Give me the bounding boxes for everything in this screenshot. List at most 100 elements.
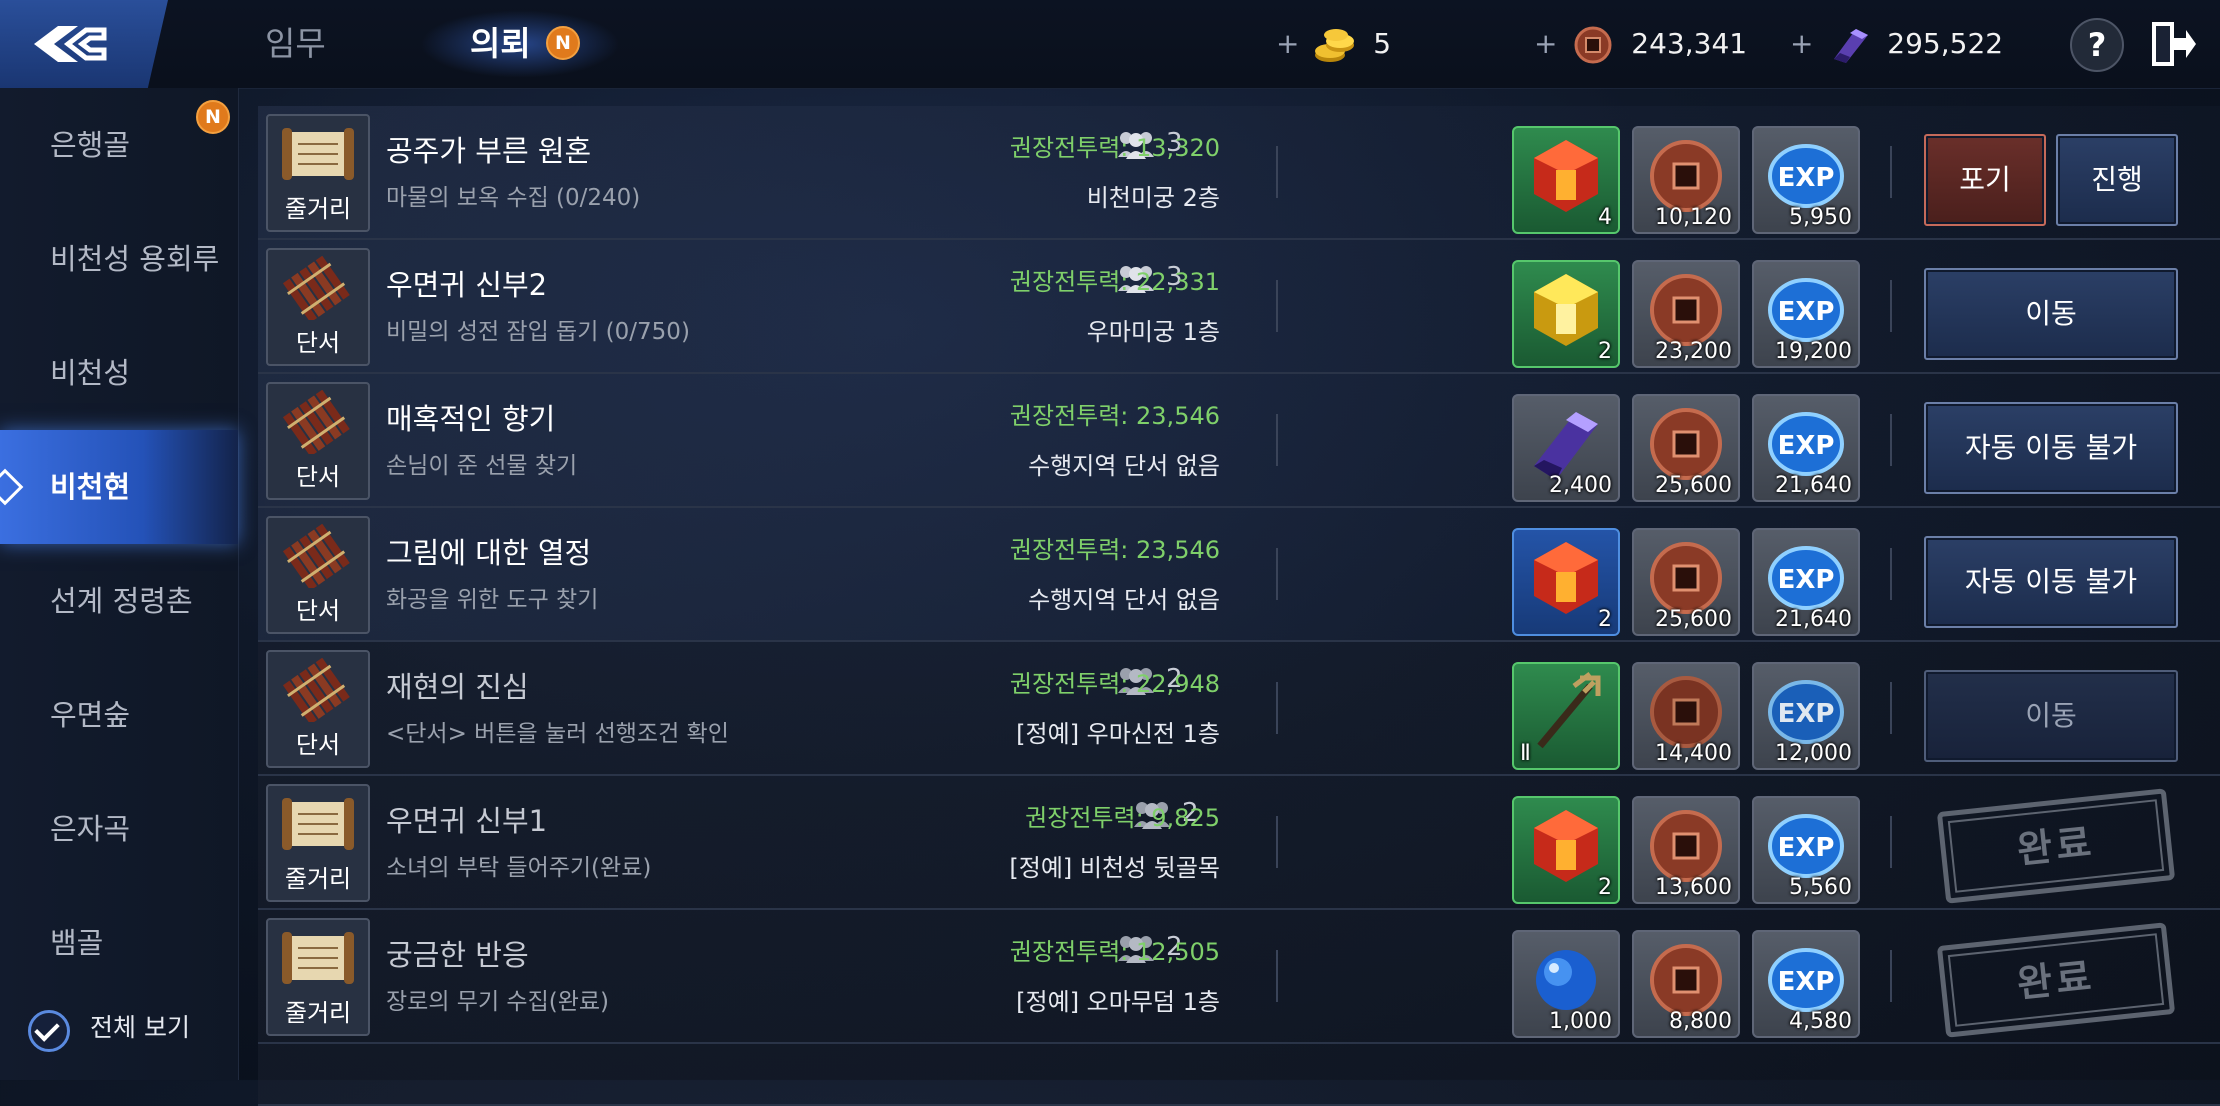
back-button[interactable] <box>0 0 168 88</box>
quest-subtitle: 소녀의 부탁 들어주기(완료) <box>386 855 652 881</box>
reward-count: 8,800 <box>1669 1009 1732 1034</box>
sidebar-item-umyeonsup[interactable]: 우면숲 <box>0 658 238 772</box>
sidebar-item-label: 은자곡 <box>50 812 131 846</box>
proceed-button[interactable]: 진행 <box>2056 134 2178 226</box>
sidebar-item-bicheonseong-yonghoeru[interactable]: 비천성 용회루 <box>0 202 238 316</box>
back-arrow-icon <box>34 26 107 62</box>
reward-slot[interactable]: 14,400 <box>1632 662 1740 770</box>
sidebar-item-seongye-jeongryeongchon[interactable]: 선계 정령촌 <box>0 544 238 658</box>
bamboo-scroll-icon <box>282 256 350 320</box>
reward-count: 5,560 <box>1789 875 1852 900</box>
help-button[interactable]: ? <box>2070 18 2124 72</box>
yellow-gem-icon <box>1534 274 1598 346</box>
divider <box>1890 682 1892 734</box>
reward-slot[interactable]: 2 <box>1512 260 1620 368</box>
abandon-button[interactable]: 포기 <box>1924 134 2046 226</box>
move-button[interactable]: 이동 <box>1924 670 2178 762</box>
reward-slot[interactable]: 4 <box>1512 126 1620 234</box>
reward-slot[interactable]: 2,400 <box>1512 394 1620 502</box>
svg-text:EXP: EXP <box>1778 833 1835 863</box>
recommended-power: 권장전투력: 23,546 <box>1009 536 1220 564</box>
quest-row[interactable]: 줄거리 공주가 부른 원혼 마물의 보옥 수집 (0/240) 3 권장전투력:… <box>258 106 2220 240</box>
reward-slot[interactable]: 10,120 <box>1632 126 1740 234</box>
quest-subtitle: 화공을 위한 도구 찾기 <box>386 587 599 613</box>
sidebar-item-bicheonhyeon[interactable]: 비천현 <box>0 430 238 544</box>
recommended-power: 권장전투력: 22,331 <box>1009 268 1220 296</box>
red-gem-icon <box>1534 810 1598 882</box>
quest-row[interactable]: 단서 재현의 진심 <단서> 버튼을 눌러 선행조건 확인 2 권장전투력: 2… <box>258 642 2220 776</box>
quest-list[interactable]: 줄거리 공주가 부른 원혼 마물의 보옥 수집 (0/240) 3 권장전투력:… <box>258 106 2220 1106</box>
reward-slot[interactable]: EXP 21,640 <box>1752 528 1860 636</box>
reward-slot[interactable]: 2 <box>1512 796 1620 904</box>
currency-crystal[interactable]: + 295,522 <box>1790 22 2003 66</box>
sidebar-item-label: 은행골 <box>50 128 131 162</box>
reward-slot[interactable]: 13,600 <box>1632 796 1740 904</box>
divider <box>1276 682 1278 734</box>
exit-button[interactable] <box>2148 18 2198 70</box>
red-gem-icon <box>1534 140 1598 212</box>
reward-slot[interactable]: 8,800 <box>1632 930 1740 1038</box>
currency-gold[interactable]: + 5 <box>1276 22 1391 66</box>
sidebar-item-eunhaenggol[interactable]: 은행골 N <box>0 88 238 202</box>
sidebar-item-label: 선계 정령촌 <box>50 584 193 618</box>
reward-slot[interactable]: EXP 5,560 <box>1752 796 1860 904</box>
reward-count: 2,400 <box>1549 473 1612 498</box>
reward-slot[interactable]: EXP 12,000 <box>1752 662 1860 770</box>
reward-slot[interactable]: EXP 5,950 <box>1752 126 1860 234</box>
svg-text:EXP: EXP <box>1778 431 1835 461</box>
quest-title: 공주가 부른 원혼 <box>386 134 592 168</box>
auto-move-unavailable-button[interactable]: 자동 이동 불가 <box>1924 536 2178 628</box>
completed-stamp: 완료 <box>1936 788 2176 904</box>
quest-title: 그림에 대한 열정 <box>386 536 592 570</box>
tab-mission-label: 임무 <box>265 24 326 63</box>
reward-count: 14,400 <box>1655 741 1732 766</box>
move-button[interactable]: 이동 <box>1924 268 2178 360</box>
reward-slot[interactable]: EXP 19,200 <box>1752 260 1860 368</box>
quest-type-label: 단서 <box>295 597 341 625</box>
scroll-icon <box>282 798 354 850</box>
reward-slot[interactable]: 25,600 <box>1632 528 1740 636</box>
recommended-power: 권장전투력: 22,948 <box>1009 670 1220 698</box>
reward-slot[interactable]: 23,200 <box>1632 260 1740 368</box>
reward-count: 19,200 <box>1775 339 1852 364</box>
currency-copper[interactable]: + 243,341 <box>1534 22 1747 66</box>
auto-move-unavailable-button[interactable]: 자동 이동 불가 <box>1924 402 2178 494</box>
sidebar-item-baemgol[interactable]: 뱀골 <box>0 886 238 1000</box>
svg-text:EXP: EXP <box>1778 163 1835 193</box>
sidebar-item-eunjagok[interactable]: 은자곡 <box>0 772 238 886</box>
reward-count: 10,120 <box>1655 205 1732 230</box>
quest-row[interactable]: 줄거리 우면귀 신부1 소녀의 부탁 들어주기(완료) 2 권장전투력: 9,8… <box>258 776 2220 910</box>
sidebar-item-label: 비천성 <box>50 356 131 390</box>
completed-stamp: 완료 <box>1936 922 2176 1038</box>
gold-coin-icon <box>1312 25 1358 65</box>
tab-mission[interactable]: 임무 <box>265 18 326 70</box>
quest-row-partial[interactable] <box>258 1044 2220 1106</box>
divider <box>1890 146 1892 198</box>
recommended-power: 권장전투력: 13,320 <box>1009 134 1220 162</box>
sidebar-item-label: 뱀골 <box>50 926 104 960</box>
checkbox-checked-icon[interactable] <box>28 1010 70 1052</box>
recommended-power: 권장전투력: 9,825 <box>1025 804 1220 832</box>
new-badge: N <box>196 100 230 134</box>
svg-text:EXP: EXP <box>1778 967 1835 997</box>
quest-row[interactable]: 단서 그림에 대한 열정 화공을 위한 도구 찾기 권장전투력: 23,546 … <box>258 508 2220 642</box>
divider <box>1276 548 1278 600</box>
reward-slot[interactable]: EXP 21,640 <box>1752 394 1860 502</box>
quest-row[interactable]: 단서 우면귀 신부2 비밀의 성전 잠입 돕기 (0/750) 3 권장전투력:… <box>258 240 2220 374</box>
reward-slot[interactable]: Ⅱ <box>1512 662 1620 770</box>
quest-title: 궁금한 반응 <box>386 938 529 972</box>
reward-slot[interactable]: 2 <box>1512 528 1620 636</box>
reward-slot[interactable]: 25,600 <box>1632 394 1740 502</box>
reward-slot[interactable]: 1,000 <box>1512 930 1620 1038</box>
exit-icon <box>2152 22 2196 66</box>
quest-row[interactable]: 단서 매혹적인 향기 손님이 준 선물 찾기 권장전투력: 23,546 수행지… <box>258 374 2220 508</box>
reward-count: 2 <box>1598 607 1612 632</box>
reward-slot[interactable]: EXP 4,580 <box>1752 930 1860 1038</box>
quest-type-label: 단서 <box>295 329 341 357</box>
tab-request[interactable]: 의뢰 <box>470 18 531 70</box>
copper-coin-icon <box>1570 25 1616 65</box>
sidebar-item-bicheonseong[interactable]: 비천성 <box>0 316 238 430</box>
quest-row[interactable]: 줄거리 궁금한 반응 장로의 무기 수집(완료) 2 권장전투력: 12,505… <box>258 910 2220 1044</box>
quest-location: 수행지역 단서 없음 <box>1028 452 1220 480</box>
bamboo-scroll-icon <box>282 658 350 722</box>
